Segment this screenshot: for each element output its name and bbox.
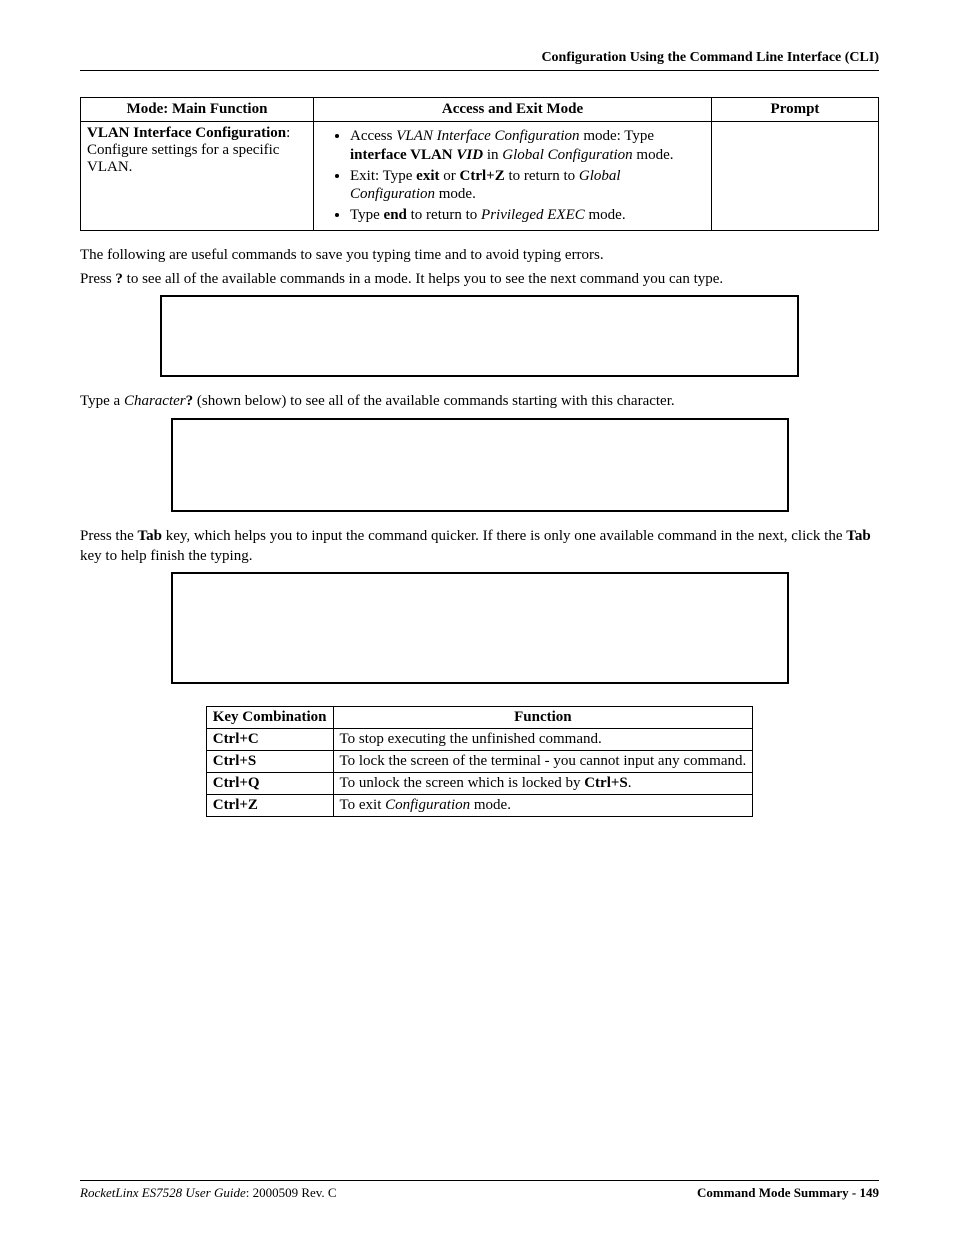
text: Character (124, 393, 186, 409)
table-row: VLAN Interface Configuration: Configure … (81, 122, 879, 231)
text: ? (186, 393, 194, 409)
code-box (171, 418, 789, 512)
col-prompt-header: Prompt (712, 98, 879, 122)
text: Command Mode Summary - 149 (697, 1185, 879, 1200)
mode-title: VLAN Interface Configuration (87, 125, 286, 141)
text: RocketLinx ES7528 User Guide (80, 1185, 246, 1200)
func-cell: To stop executing the unfinished command… (333, 729, 753, 751)
text: Ctrl+S (584, 775, 628, 791)
text: : 2000509 Rev. C (246, 1185, 337, 1200)
text: to return to (407, 207, 481, 223)
text: interface VLAN (350, 147, 456, 163)
text: Privileged EXEC (481, 207, 585, 223)
text: Access (350, 128, 396, 144)
table-row: Ctrl+C To stop executing the unfinished … (206, 729, 753, 751)
col-function-header: Function (333, 707, 753, 729)
func-cell: To lock the screen of the terminal - you… (333, 751, 753, 773)
text: to return to (505, 168, 579, 184)
access-cell: Access VLAN Interface Configuration mode… (314, 122, 712, 231)
table-row: Ctrl+Q To unlock the screen which is loc… (206, 773, 753, 795)
text: VLAN Interface Configuration (396, 128, 579, 144)
running-header: Configuration Using the Command Line Int… (80, 50, 879, 71)
key-cell: Ctrl+Q (206, 773, 333, 795)
table-row: Ctrl+Z To exit Configuration mode. (206, 795, 753, 817)
prompt-cell (712, 122, 879, 231)
mode-cell: VLAN Interface Configuration: Configure … (81, 122, 314, 231)
text: mode: Type (580, 128, 655, 144)
text: Press the (80, 528, 138, 544)
func-cell: To exit Configuration mode. (333, 795, 753, 817)
text: mode. (470, 797, 511, 813)
text: Tab (138, 528, 162, 544)
table-row: Ctrl+S To lock the screen of the termina… (206, 751, 753, 773)
text: To exit (340, 797, 386, 813)
code-box (160, 295, 799, 377)
func-cell: To unlock the screen which is locked by … (333, 773, 753, 795)
text: (shown below) to see all of the availabl… (193, 393, 675, 409)
paragraph: Type a Character? (shown below) to see a… (80, 391, 879, 411)
text: key, which helps you to input the comman… (162, 528, 846, 544)
text: Ctrl+C (213, 731, 259, 747)
col-access-header: Access and Exit Mode (314, 98, 712, 122)
paragraph: Press ? to see all of the available comm… (80, 269, 879, 289)
footer-right: Command Mode Summary - 149 (697, 1185, 879, 1201)
text: Exit: Type (350, 168, 416, 184)
text: Ctrl+Z (460, 168, 505, 184)
text: to see all of the available commands in … (123, 271, 723, 287)
text: key to help finish the typing. (80, 548, 252, 564)
text: mode. (435, 186, 476, 202)
text: or (440, 168, 460, 184)
list-item: Access VLAN Interface Configuration mode… (350, 127, 705, 165)
text: Global Configuration (502, 147, 632, 163)
text: VID (456, 147, 483, 163)
text: To unlock the screen which is locked by (340, 775, 585, 791)
page-footer: RocketLinx ES7528 User Guide: 2000509 Re… (80, 1180, 879, 1201)
keys-table: Key Combination Function Ctrl+C To stop … (206, 706, 754, 817)
text: mode. (585, 207, 626, 223)
table-row: Key Combination Function (206, 707, 753, 729)
text: end (384, 207, 407, 223)
list-item: Type end to return to Privileged EXEC mo… (350, 206, 705, 225)
text: Ctrl+S (213, 753, 257, 769)
key-cell: Ctrl+Z (206, 795, 333, 817)
text: Ctrl+Z (213, 797, 258, 813)
list-item: Exit: Type exit or Ctrl+Z to return to G… (350, 167, 705, 205)
text: Press (80, 271, 115, 287)
col-mode-header: Mode: Main Function (81, 98, 314, 122)
text: in (483, 147, 502, 163)
key-cell: Ctrl+S (206, 751, 333, 773)
text: mode. (633, 147, 674, 163)
text: exit (416, 168, 439, 184)
col-keycombo-header: Key Combination (206, 707, 333, 729)
text: ? (115, 271, 123, 287)
text: Tab (846, 528, 870, 544)
text: . (628, 775, 632, 791)
modes-table: Mode: Main Function Access and Exit Mode… (80, 97, 879, 231)
key-cell: Ctrl+C (206, 729, 333, 751)
table-row: Mode: Main Function Access and Exit Mode… (81, 98, 879, 122)
footer-left: RocketLinx ES7528 User Guide: 2000509 Re… (80, 1185, 337, 1201)
text: Type (350, 207, 384, 223)
text: Type a (80, 393, 124, 409)
text: Configuration (385, 797, 470, 813)
paragraph: Press the Tab key, which helps you to in… (80, 526, 879, 567)
code-box (171, 572, 789, 684)
text: Ctrl+Q (213, 775, 260, 791)
paragraph: The following are useful commands to sav… (80, 245, 879, 265)
